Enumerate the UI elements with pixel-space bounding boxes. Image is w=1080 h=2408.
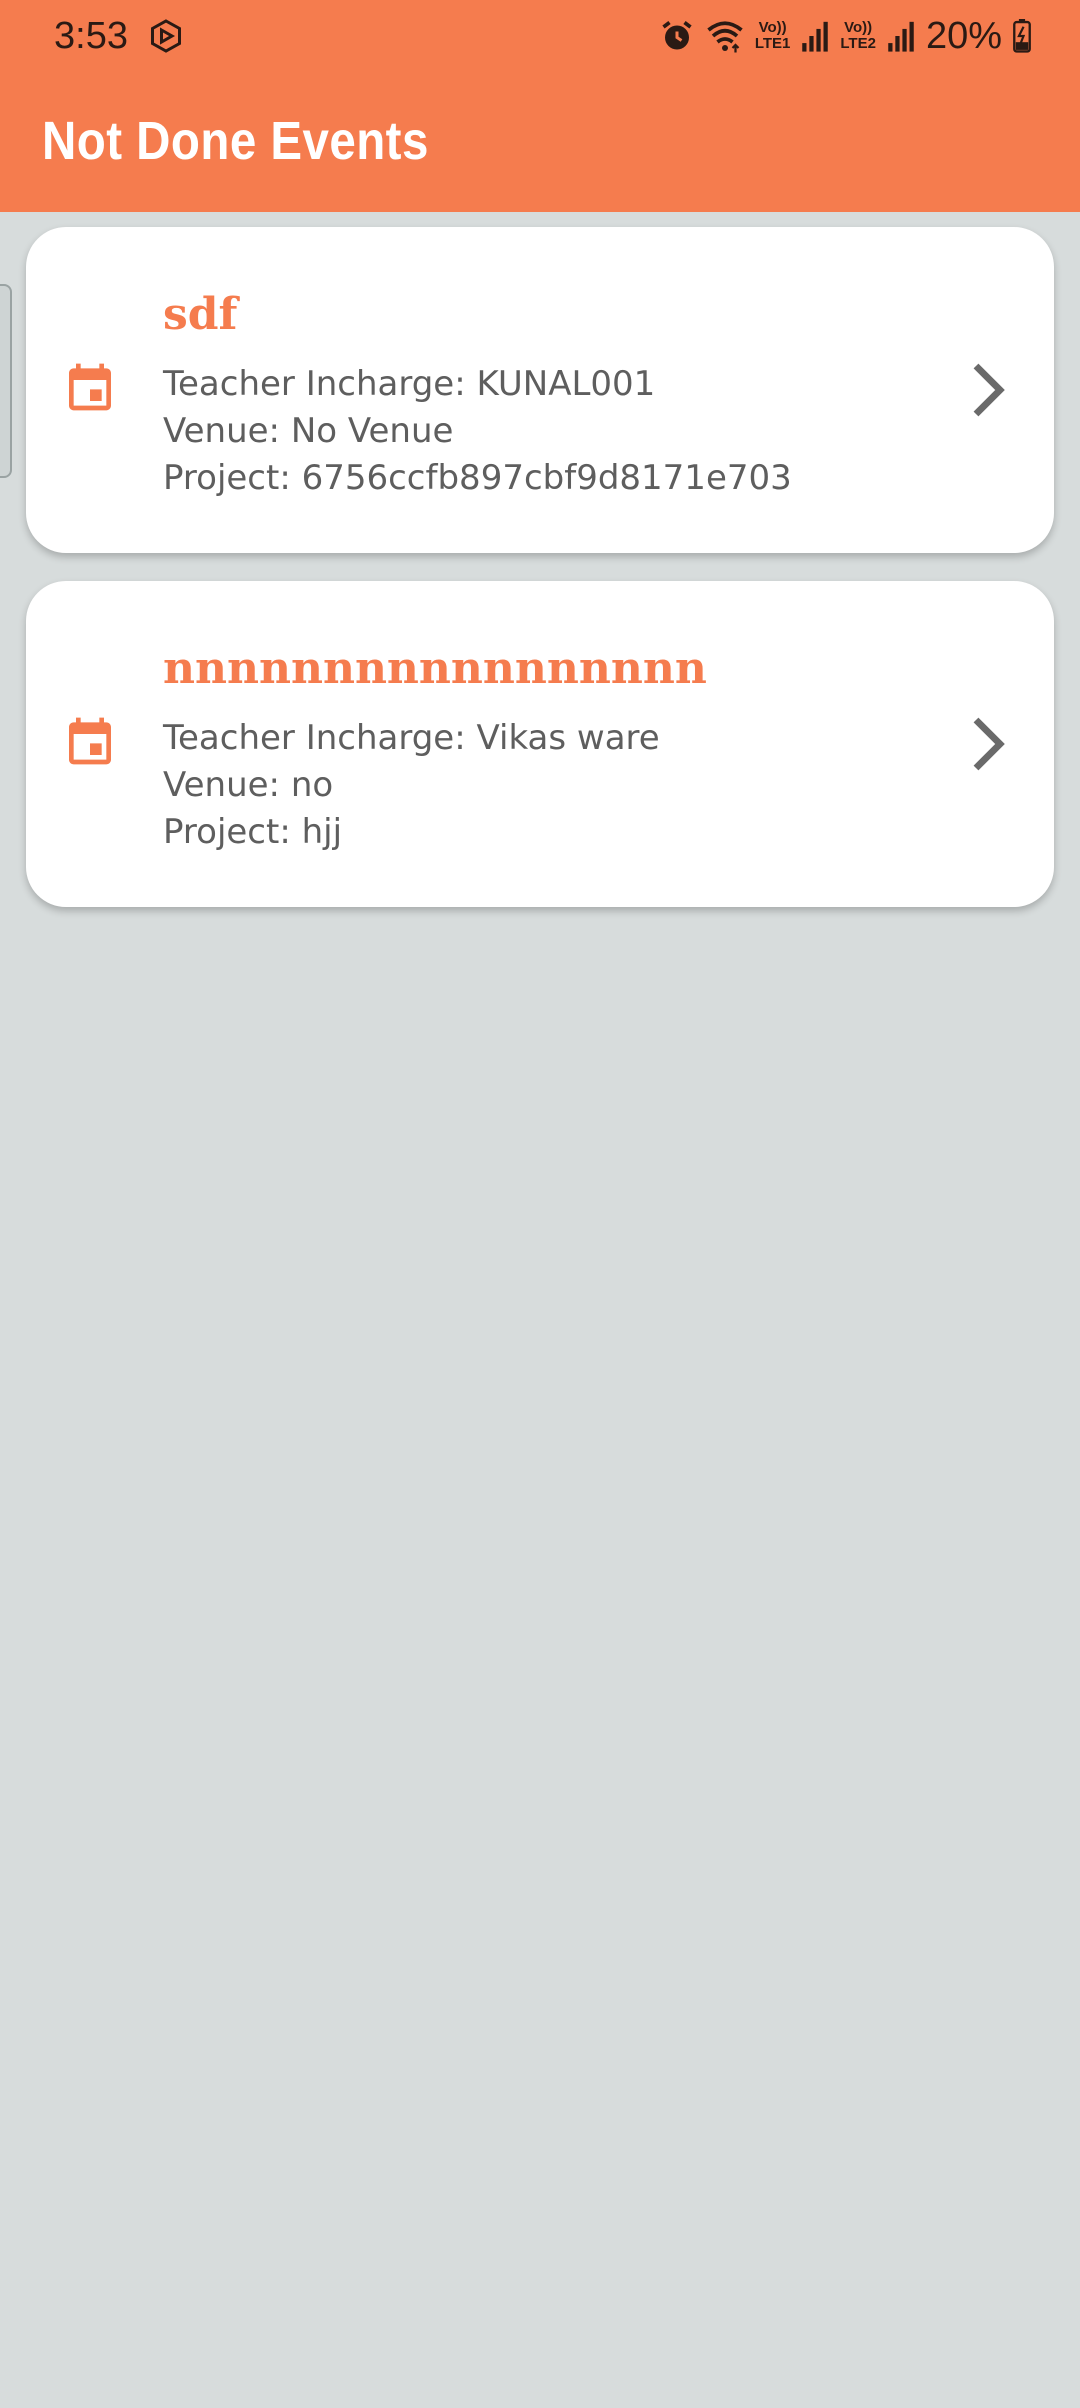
- event-venue: Venue: no: [163, 765, 334, 805]
- app-bar: 3:53 Vo)) LTE1 Vo)) LTE2 20% Not Done Ev…: [0, 0, 1080, 212]
- signal-icon-sim2: [888, 21, 914, 52]
- signal-icon-sim1: [802, 21, 829, 52]
- lte1-label: LTE1: [754, 35, 791, 52]
- volte1-label: Vo)): [758, 19, 787, 36]
- calendar-icon: [69, 717, 111, 765]
- status-time: 3:53: [54, 15, 128, 57]
- volte2-label: Vo)): [844, 19, 873, 36]
- event-teacher: Teacher Incharge: Vikas ware: [163, 718, 660, 758]
- page-title: Not Done Events: [42, 111, 429, 171]
- status-icons: Vo)) LTE1 Vo)) LTE2 20%: [659, 10, 1032, 62]
- wifi-icon: [707, 21, 743, 53]
- event-card[interactable]: nnnnnnnnnnnnnnnnn Teacher Incharge: Vika…: [26, 581, 1054, 907]
- battery-percentage: 20%: [925, 15, 1002, 57]
- app-notification-icon: [151, 19, 181, 53]
- event-venue: Venue: No Venue: [163, 411, 454, 451]
- chevron-right-icon: [973, 363, 1005, 417]
- event-project: Project: 6756ccfb897cbf9d8171e703: [163, 458, 792, 498]
- calendar-icon: [69, 363, 111, 411]
- volte-lte1-indicator: Vo)) LTE1: [755, 20, 791, 52]
- event-card[interactable]: sdf Teacher Incharge: KUNAL001 Venue: No…: [26, 227, 1054, 553]
- edge-panel-handle[interactable]: [0, 284, 12, 478]
- alarm-icon: [662, 21, 692, 50]
- event-teacher: Teacher Incharge: KUNAL001: [163, 364, 656, 404]
- status-bar: 3:53 Vo)) LTE1 Vo)) LTE2 20%: [0, 0, 1080, 72]
- battery-charging-icon: [1013, 19, 1031, 53]
- event-project: Project: hjj: [163, 812, 343, 852]
- volte-lte2-indicator: Vo)) LTE2: [840, 20, 876, 52]
- lte2-label: LTE2: [840, 35, 876, 52]
- event-title: nnnnnnnnnnnnnnnnn: [163, 643, 707, 694]
- chevron-right-icon: [973, 717, 1005, 771]
- event-title: sdf: [163, 289, 238, 340]
